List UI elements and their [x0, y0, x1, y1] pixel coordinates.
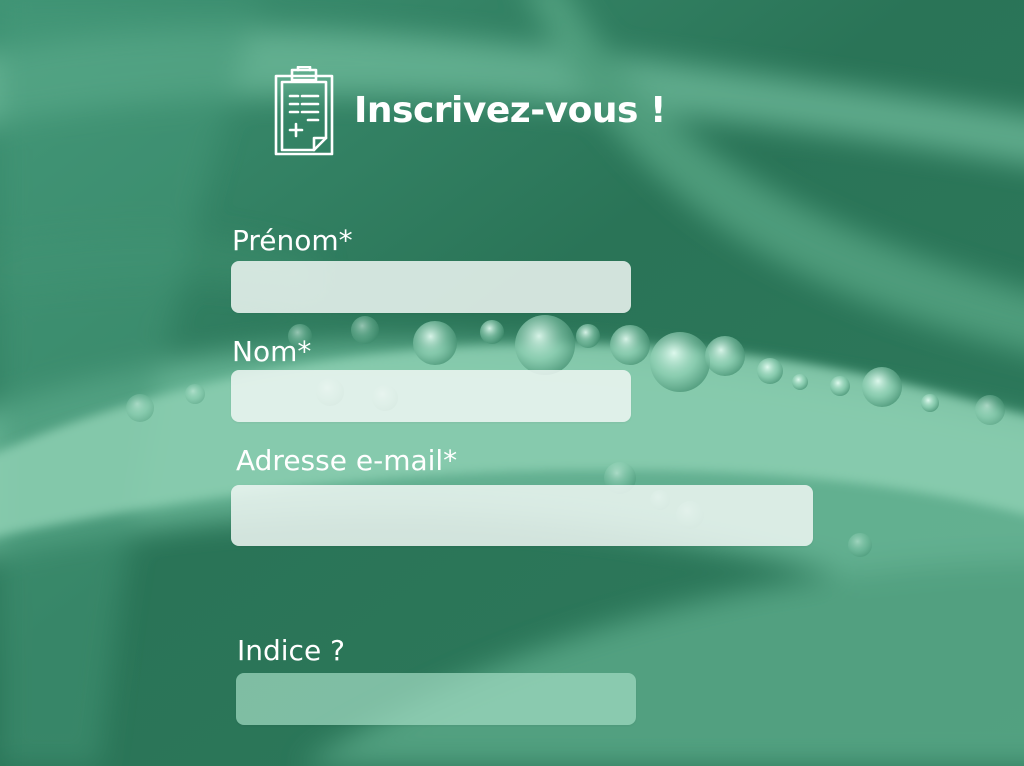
email-input[interactable]: [231, 485, 813, 546]
first-name-label: Prénom*: [232, 224, 353, 257]
page-header: Inscrivez-vous !: [272, 65, 666, 158]
first-name-input[interactable]: [231, 261, 631, 313]
page-title: Inscrivez-vous !: [354, 89, 666, 131]
hint-label: Indice ?: [237, 634, 345, 667]
last-name-input[interactable]: [231, 370, 631, 422]
clipboard-form-icon: [272, 65, 336, 158]
hint-input[interactable]: [236, 673, 636, 725]
email-label: Adresse e-mail*: [236, 444, 458, 477]
last-name-label: Nom*: [232, 335, 312, 368]
